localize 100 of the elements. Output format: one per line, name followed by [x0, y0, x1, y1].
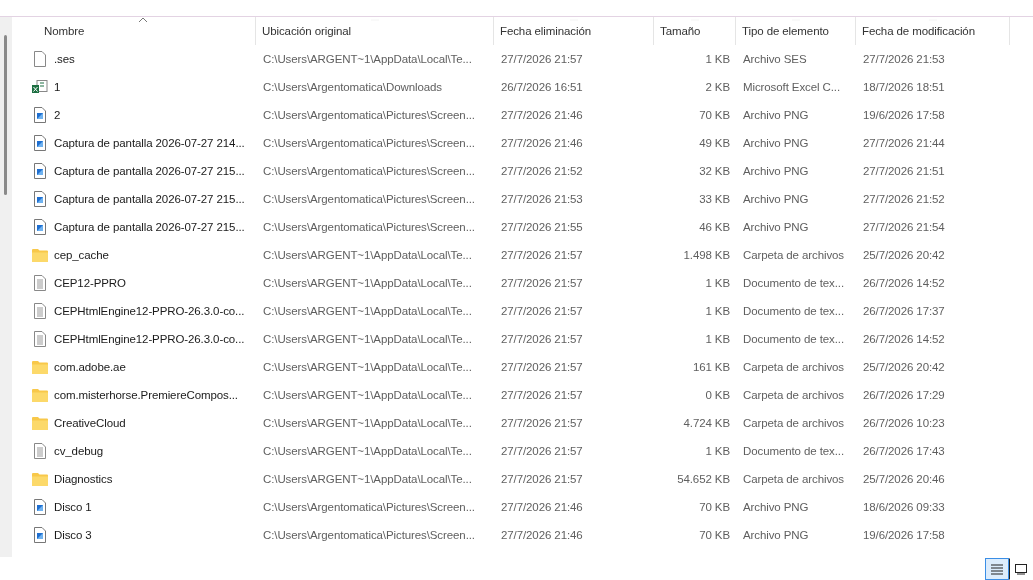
modified-date-cell: 26/7/2026 17:29 — [863, 389, 945, 401]
image-file-icon — [32, 527, 48, 543]
size-cell: 70 KB — [699, 109, 730, 121]
size-cell: 46 KB — [699, 221, 730, 233]
column-header[interactable]: Fecha eliminación — [500, 25, 591, 37]
folder-icon — [32, 416, 48, 430]
modified-date-cell: 18/7/2026 18:51 — [863, 81, 945, 93]
file-name[interactable]: com.adobe.ae — [54, 361, 126, 373]
type-cell: Documento de tex... — [743, 305, 845, 317]
file-name[interactable]: 2 — [54, 109, 61, 121]
list-lines-icon — [990, 563, 1004, 575]
folder-icon — [32, 248, 48, 262]
image-file-icon — [32, 219, 48, 235]
modified-date-cell: 26/7/2026 14:52 — [863, 277, 945, 289]
size-cell: 1 KB — [705, 305, 730, 317]
location-cell: C:\Users\ARGENT~1\AppData\Local\Te... — [263, 361, 472, 373]
modified-date-cell: 25/7/2026 20:42 — [863, 249, 945, 261]
location-cell: C:\Users\Argentomatica\Pictures\Screen... — [263, 529, 475, 541]
file-icon — [32, 51, 48, 67]
modified-date-cell: 26/7/2026 10:23 — [863, 417, 945, 429]
location-cell: C:\Users\Argentomatica\Pictures\Screen... — [263, 137, 475, 149]
location-cell: C:\Users\ARGENT~1\AppData\Local\Te... — [263, 53, 472, 65]
image-file-icon — [32, 135, 48, 151]
file-name[interactable]: cv_debug — [54, 445, 104, 457]
file-name[interactable]: CEPHtmlEngine12-PPRO-26.3.0-co... — [54, 305, 245, 317]
deleted-date-cell: 27/7/2026 21:57 — [501, 333, 583, 345]
file-name[interactable]: Disco 3 — [54, 529, 92, 541]
file-name[interactable]: Captura de pantalla 2026-07-27 215... — [54, 193, 245, 205]
type-cell: Archivo PNG — [743, 529, 809, 541]
type-cell: Archivo PNG — [743, 109, 809, 121]
size-cell: 1 KB — [705, 53, 730, 65]
monitor-icon — [1014, 563, 1028, 575]
type-cell: Archivo PNG — [743, 193, 809, 205]
deleted-date-cell: 27/7/2026 21:57 — [501, 53, 583, 65]
deleted-date-cell: 27/7/2026 21:57 — [501, 305, 583, 317]
location-cell: C:\Users\ARGENT~1\AppData\Local\Te... — [263, 389, 472, 401]
scrollbar-thumb[interactable] — [4, 35, 7, 195]
size-cell: 0 KB — [705, 389, 730, 401]
deleted-date-cell: 27/7/2026 21:55 — [501, 221, 583, 233]
location-cell: C:\Users\Argentomatica\Downloads — [263, 81, 442, 93]
modified-date-cell: 27/7/2026 21:44 — [863, 137, 945, 149]
text-file-icon — [32, 303, 48, 319]
file-name[interactable]: cep_cache — [54, 249, 109, 261]
column-header[interactable]: Tipo de elemento — [742, 25, 829, 37]
file-name[interactable]: CreativeCloud — [54, 417, 126, 429]
location-cell: C:\Users\ARGENT~1\AppData\Local\Te... — [263, 305, 472, 317]
location-cell: C:\Users\ARGENT~1\AppData\Local\Te... — [263, 445, 472, 457]
image-file-icon — [32, 191, 48, 207]
size-cell: 1 KB — [705, 445, 730, 457]
location-cell: C:\Users\ARGENT~1\AppData\Local\Te... — [263, 277, 472, 289]
location-cell: C:\Users\Argentomatica\Pictures\Screen... — [263, 109, 475, 121]
modified-date-cell: 19/6/2026 17:58 — [863, 529, 945, 541]
location-cell: C:\Users\Argentomatica\Pictures\Screen... — [263, 165, 475, 177]
location-cell: C:\Users\ARGENT~1\AppData\Local\Te... — [263, 333, 472, 345]
file-name[interactable]: Captura de pantalla 2026-07-27 215... — [54, 221, 245, 233]
file-name[interactable]: .ses — [54, 53, 75, 65]
location-cell: C:\Users\Argentomatica\Pictures\Screen... — [263, 221, 475, 233]
type-cell: Archivo PNG — [743, 137, 809, 149]
file-name[interactable]: 1 — [54, 81, 61, 93]
modified-date-cell: 25/7/2026 20:42 — [863, 361, 945, 373]
type-cell: Carpeta de archivos — [743, 249, 845, 261]
spreadsheet-file-icon — [32, 80, 48, 94]
column-header[interactable]: Nombre — [44, 25, 85, 37]
text-file-icon — [32, 443, 48, 459]
modified-date-cell: 27/7/2026 21:53 — [863, 53, 945, 65]
folder-icon — [32, 472, 48, 486]
modified-date-cell: 19/6/2026 17:58 — [863, 109, 945, 121]
file-name[interactable]: Captura de pantalla 2026-07-27 214... — [54, 137, 245, 149]
size-cell: 70 KB — [699, 529, 730, 541]
type-cell: Archivo PNG — [743, 501, 809, 513]
type-cell: Carpeta de archivos — [743, 361, 845, 373]
column-header[interactable]: Fecha de modificación — [862, 25, 975, 37]
file-name[interactable]: com.misterhorse.PremiereCompos... — [54, 389, 238, 401]
deleted-date-cell: 27/7/2026 21:53 — [501, 193, 583, 205]
type-cell: Archivo PNG — [743, 165, 809, 177]
size-cell: 2 KB — [705, 81, 730, 93]
column-header[interactable]: Ubicación original — [262, 25, 351, 37]
location-cell: C:\Users\ARGENT~1\AppData\Local\Te... — [263, 417, 472, 429]
column-header[interactable]: Tamaño — [660, 25, 701, 37]
type-cell: Carpeta de archivos — [743, 473, 845, 485]
deleted-date-cell: 27/7/2026 21:46 — [501, 529, 583, 541]
type-cell: Carpeta de archivos — [743, 417, 845, 429]
file-name[interactable]: Captura de pantalla 2026-07-27 215... — [54, 165, 245, 177]
image-file-icon — [32, 499, 48, 515]
folder-icon — [32, 388, 48, 402]
deleted-date-cell: 27/7/2026 21:46 — [501, 137, 583, 149]
deleted-date-cell: 27/7/2026 21:52 — [501, 165, 583, 177]
file-name[interactable]: CEPHtmlEngine12-PPRO-26.3.0-co... — [54, 333, 245, 345]
file-name[interactable]: Disco 1 — [54, 501, 92, 513]
type-cell: Archivo PNG — [743, 221, 809, 233]
type-cell: Documento de tex... — [743, 445, 845, 457]
type-cell: Documento de tex... — [743, 333, 845, 345]
size-cell: 33 KB — [699, 193, 730, 205]
deleted-date-cell: 27/7/2026 21:57 — [501, 445, 583, 457]
file-name[interactable]: Diagnostics — [54, 473, 113, 485]
file-name[interactable]: CEP12-PPRO — [54, 277, 126, 289]
size-cell: 32 KB — [699, 165, 730, 177]
modified-date-cell: 26/7/2026 14:52 — [863, 333, 945, 345]
size-cell: 1 KB — [705, 277, 730, 289]
size-cell: 54.652 KB — [677, 473, 730, 485]
